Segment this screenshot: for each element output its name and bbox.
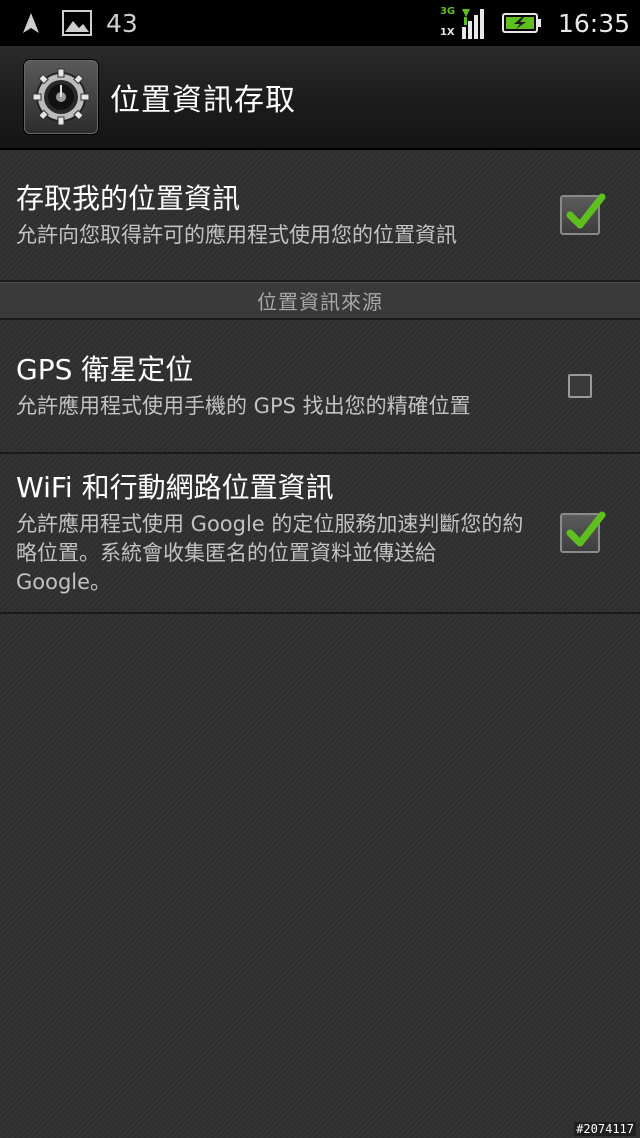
pref-wifi-mobile-location[interactable]: WiFi 和行動網路位置資訊 允許應用程式使用 Google 的定位服務加速判斷… [0,454,640,614]
pref-gps-satellites[interactable]: GPS 衛星定位 允許應用程式使用手機的 GPS 找出您的精確位置 [0,320,640,454]
section-label: 位置資訊來源 [257,290,383,314]
gps-checkbox[interactable] [568,374,592,398]
network-type-top: 3G [439,6,456,17]
notification-count: 43 [106,8,138,38]
pref-title: 存取我的位置資訊 [16,181,241,215]
page-title: 位置資訊存取 [110,83,296,118]
access-location-checkbox[interactable] [560,193,606,235]
signal-icon: 3G 1X [440,3,486,43]
clock: 16:35 [557,8,630,38]
navigation-arrow-icon [22,12,40,34]
wifi-location-checkbox[interactable] [560,511,606,553]
pref-summary: 允許向您取得許可的應用程式使用您的位置資訊 [16,222,457,247]
checkmark-icon [566,511,606,547]
section-header: 位置資訊來源 [0,282,640,320]
battery-charging-icon [501,12,542,34]
pref-title: WiFi 和行動網路位置資訊 [16,470,334,504]
pref-title: GPS 衛星定位 [16,352,194,386]
status-bar: 43 3G 1X 16:35 [0,0,640,46]
pref-summary: 允許應用程式使用 Google 的定位服務加速判斷您的約略位置。系統會收集匿名的… [16,511,524,594]
network-type-bottom: 1X [439,27,455,38]
pref-summary: 允許應用程式使用手機的 GPS 找出您的精確位置 [16,393,471,418]
settings-gear-icon[interactable] [24,60,98,134]
checkmark-icon [566,193,606,229]
pref-access-my-location[interactable]: 存取我的位置資訊 允許向您取得許可的應用程式使用您的位置資訊 [0,150,640,282]
watermark: #2074117 [574,1122,636,1136]
settings-list: 存取我的位置資訊 允許向您取得許可的應用程式使用您的位置資訊 位置資訊來源 GP… [0,150,640,614]
action-bar: 位置資訊存取 [0,46,640,150]
screen: 43 3G 1X 16:35 位置資訊存取 存取我的位置資訊 允許向您取得許可的… [0,0,640,1138]
gallery-icon [62,10,92,36]
